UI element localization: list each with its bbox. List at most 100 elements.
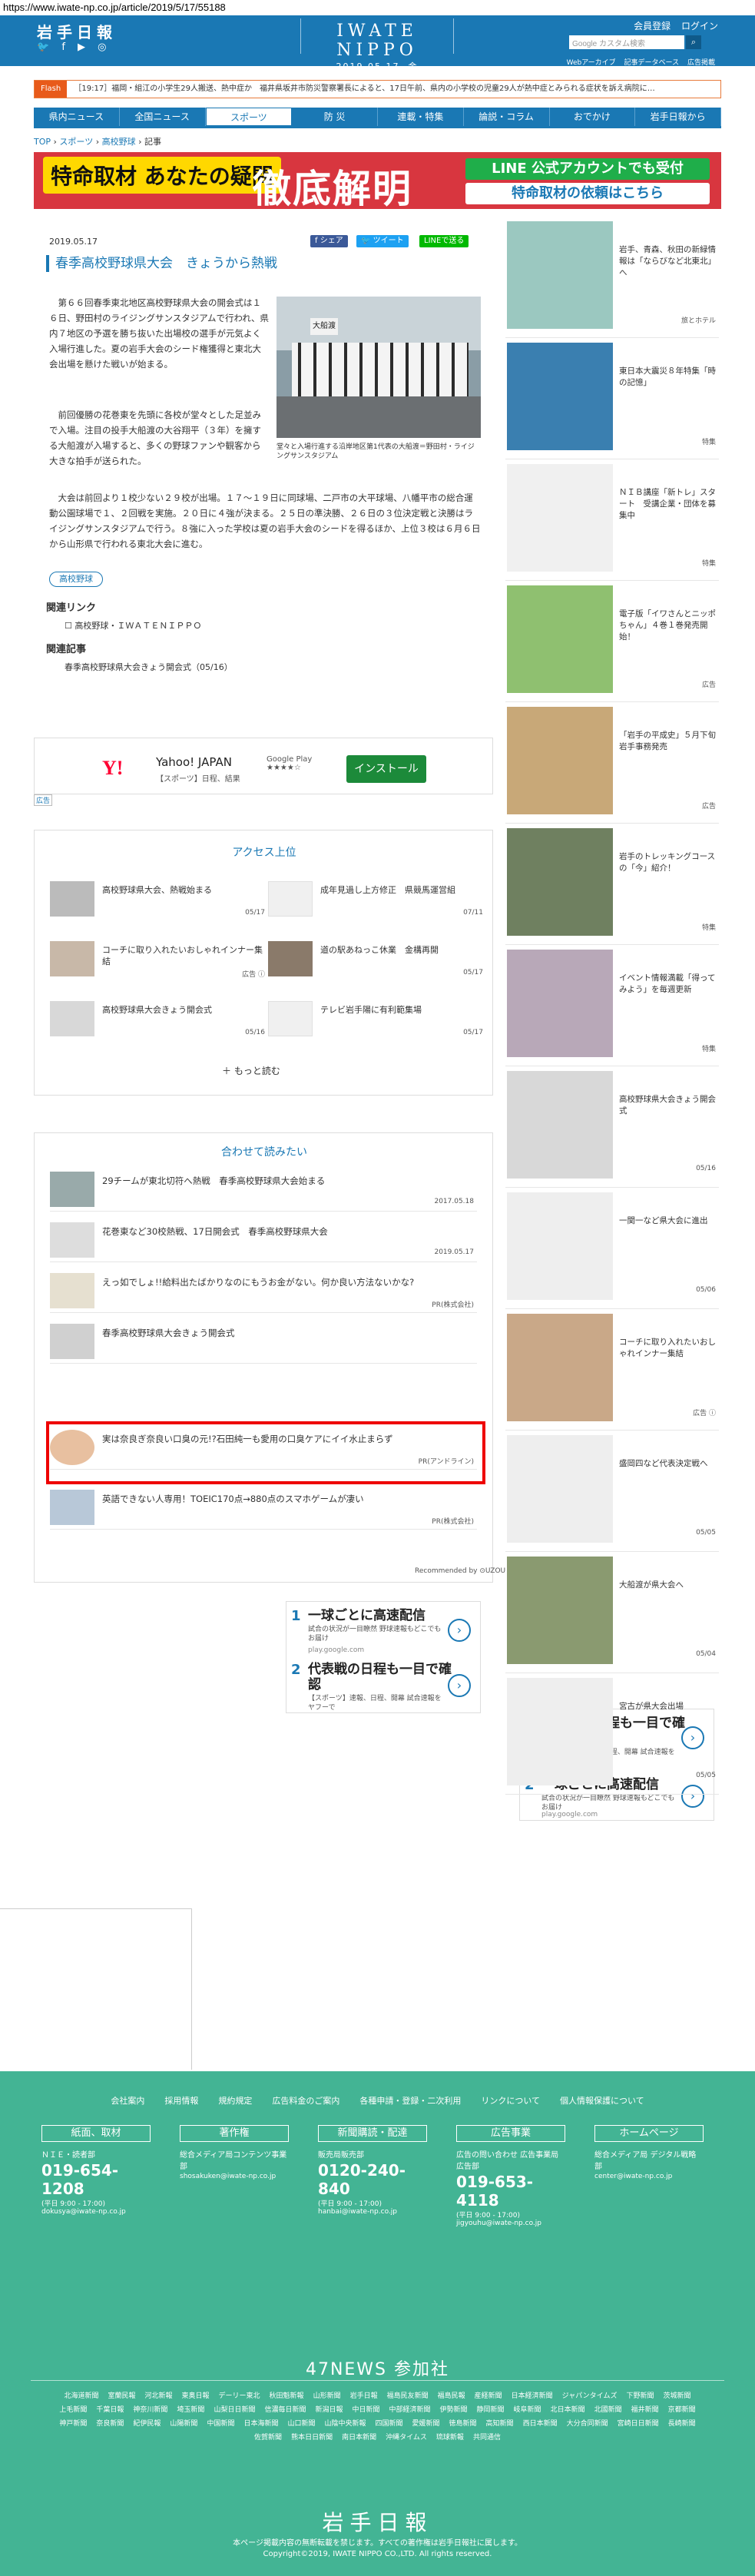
- member-link[interactable]: 伊勢新聞: [440, 2406, 468, 2414]
- member-link[interactable]: 福島民友新聞: [387, 2392, 429, 2400]
- member-link[interactable]: 宮崎日日新聞: [618, 2420, 659, 2428]
- member-link[interactable]: 奈良新聞: [96, 2420, 124, 2428]
- footer-col-mail[interactable]: hanbai@iwate-np.co.jp: [318, 2208, 427, 2216]
- share-line-button[interactable]: LINEで送る: [419, 235, 469, 247]
- member-link[interactable]: 北國新聞: [594, 2406, 622, 2414]
- search-icon[interactable]: ⌕: [686, 35, 701, 49]
- read-more-button[interactable]: ＋ もっと読む: [222, 1064, 280, 1077]
- member-link[interactable]: 長崎新聞: [668, 2420, 696, 2428]
- related-item[interactable]: 春季高校野球県大会きょう開会式: [50, 1321, 477, 1364]
- member-link[interactable]: 上毛新聞: [59, 2406, 87, 2414]
- related-item[interactable]: 花巻東など30校熱戦、17日開会式 春季高校野球県大会 2019.05.17: [50, 1219, 477, 1262]
- member-link[interactable]: 山形新聞: [313, 2392, 341, 2400]
- footer-col-mail[interactable]: dokusya@iwate-np.co.jp: [41, 2208, 151, 2216]
- member-link[interactable]: ジャパンタイムズ: [562, 2392, 618, 2400]
- sublink-database[interactable]: 記事データベース: [624, 59, 680, 67]
- member-link[interactable]: 山陽新聞: [170, 2420, 197, 2428]
- access-item[interactable]: 道の駅あねっこ休業 金構再開 05/17: [268, 941, 488, 981]
- member-link[interactable]: 琉球新報: [436, 2434, 464, 2442]
- member-link[interactable]: 静岡新聞: [477, 2406, 505, 2414]
- footer-logo[interactable]: 岩手日報: [0, 2506, 755, 2537]
- nav-columns[interactable]: 論説・コラム: [464, 108, 550, 126]
- article-photo[interactable]: 大船渡: [277, 297, 481, 438]
- sidebar-item[interactable]: 岩手のトレッキングコースの「今」紹介！ 特集: [505, 824, 719, 945]
- sidebar-item[interactable]: 大船渡が県大会へ 05/04: [505, 1552, 719, 1673]
- footer-link[interactable]: 採用情報: [164, 2096, 198, 2106]
- member-link[interactable]: 室蘭民報: [108, 2392, 135, 2400]
- sidebar-item[interactable]: 盛岡四など代表決定戦へ 05/05: [505, 1431, 719, 1552]
- access-item[interactable]: コーチに取り入れたいおしゃれインナー集結 広告 ⓘ: [50, 941, 270, 981]
- related-item[interactable]: 29チームが東北切符へ熱戦 春季高校野球県大会始まる 2017.05.18: [50, 1169, 477, 1212]
- footer-link[interactable]: リンクについて: [481, 2096, 540, 2106]
- member-link[interactable]: 北海道新聞: [64, 2392, 98, 2400]
- member-link[interactable]: 沖縄タイムス: [386, 2434, 427, 2442]
- yahoo-app-ad[interactable]: Y! Yahoo! JAPAN 【スポーツ】日程、結果 Google Play …: [34, 738, 493, 794]
- login-link[interactable]: ログイン: [681, 21, 718, 31]
- search-input[interactable]: Google カスタム検索: [569, 35, 684, 49]
- sidebar-item[interactable]: 電子版「イワさんとニッポちゃん」４巻１巻発売開始！ 広告: [505, 581, 719, 702]
- member-link[interactable]: 千葉日報: [96, 2406, 124, 2414]
- member-link[interactable]: 産経新聞: [475, 2392, 502, 2400]
- sidebar-item[interactable]: 一関一など県大会に進出 05/06: [505, 1188, 719, 1309]
- register-link[interactable]: 会員登録: [634, 21, 671, 31]
- nav-from-nippo[interactable]: 岩手日報から: [635, 108, 721, 126]
- access-item[interactable]: 高校野球県大会きょう開会式 05/16: [50, 1001, 270, 1041]
- member-link[interactable]: 山梨日日新聞: [214, 2406, 255, 2414]
- member-link[interactable]: 新潟日報: [315, 2406, 343, 2414]
- footer-link[interactable]: 広告料金のご案内: [272, 2096, 339, 2106]
- access-item[interactable]: 高校野球県大会、熱戦始まる 05/17: [50, 881, 270, 921]
- arrow-right-icon[interactable]: ›: [448, 1619, 471, 1642]
- access-item[interactable]: 成年見過し上方修正 県競馬運営組 07/11: [268, 881, 488, 921]
- related-link[interactable]: ☐ 高校野球・ＩＷＡＴＥＮＩＰＰＯ: [65, 619, 201, 632]
- member-link[interactable]: 中国新聞: [207, 2420, 234, 2428]
- member-link[interactable]: 北日本新聞: [551, 2406, 585, 2414]
- member-link[interactable]: 高知新聞: [486, 2420, 514, 2428]
- member-link[interactable]: 神奈川新聞: [133, 2406, 167, 2414]
- share-twitter-button[interactable]: 🐦 ツイート: [356, 235, 409, 247]
- related-item[interactable]: 英語できない人専用！TOEIC170点→880点のスマホゲームが凄い PR(株式会…: [50, 1487, 477, 1530]
- member-link[interactable]: 下野新聞: [626, 2392, 654, 2400]
- nav-features[interactable]: 連載・特集: [378, 108, 464, 126]
- crumb-highschool[interactable]: 高校野球: [102, 137, 136, 147]
- member-link[interactable]: 京都新聞: [668, 2406, 696, 2414]
- member-link[interactable]: 日本海新聞: [243, 2420, 278, 2428]
- flash-news-ticker[interactable]: Flash ［19:17］福岡・組江の小学生29人搬送、熱中症か 福井県坂井市防…: [34, 80, 721, 98]
- crumb-top[interactable]: TOP: [34, 137, 51, 147]
- member-link[interactable]: 福島民報: [438, 2392, 465, 2400]
- member-link[interactable]: 紀伊民報: [133, 2420, 161, 2428]
- nav-outing[interactable]: おでかけ: [550, 108, 636, 126]
- sidebar-item[interactable]: 高校野球県大会きょう開会式 05/16: [505, 1066, 719, 1188]
- member-link[interactable]: 中部経済新聞: [389, 2406, 431, 2414]
- sidebar-item[interactable]: イベント情報満載「得ってみよう」を毎週更新 特集: [505, 945, 719, 1066]
- member-link[interactable]: 秋田魁新報: [270, 2392, 304, 2400]
- sidebar-item[interactable]: 東日本大震災８年特集「時の記憶」 特集: [505, 338, 719, 459]
- member-link[interactable]: 四国新聞: [376, 2420, 403, 2428]
- member-link[interactable]: 愛媛新聞: [412, 2420, 440, 2428]
- google-ad-1[interactable]: 1 一球ごとに高速配信 試合の状況が一目瞭然 野球速報もどこでもお届け play…: [286, 1601, 481, 1713]
- footer-col-mail[interactable]: jigyouhu@iwate-np.co.jp: [456, 2220, 565, 2227]
- nav-national[interactable]: 全国ニュース: [120, 108, 206, 126]
- footer-col-tel[interactable]: 0120-240-840: [318, 2161, 427, 2198]
- member-link[interactable]: 熊本日日新聞: [291, 2434, 333, 2442]
- member-link[interactable]: 山陰中央新報: [324, 2420, 366, 2428]
- member-link[interactable]: 信濃毎日新聞: [264, 2406, 306, 2414]
- member-link[interactable]: 佐賀新聞: [254, 2434, 282, 2442]
- sublink-ads[interactable]: 広告掲載: [687, 59, 715, 67]
- member-link[interactable]: 山口新聞: [287, 2420, 315, 2428]
- footer-link[interactable]: 規約規定: [218, 2096, 252, 2106]
- masthead[interactable]: IWATE NIPPO 2019.05.17. 金: [300, 18, 454, 71]
- footer-col-tel[interactable]: 019-653-4118: [456, 2173, 565, 2210]
- url-bar[interactable]: https://www.iwate-np.co.jp/article/2019/…: [0, 0, 755, 15]
- install-button[interactable]: インストール: [346, 755, 426, 783]
- sublink-archive[interactable]: Webアーカイブ: [567, 59, 616, 67]
- ad-label[interactable]: 広告: [34, 794, 53, 806]
- related-item[interactable]: えっ如でしょ!!給料出たばかりなのにもうお金がない。何か良い方法ないかな? PR(…: [50, 1270, 477, 1313]
- footer-col-tel[interactable]: 019-654-1208: [41, 2161, 151, 2198]
- footer-col-mail[interactable]: center@iwate-np.co.jp: [594, 2173, 704, 2180]
- tag-highschool-baseball[interactable]: 高校野球: [49, 572, 103, 587]
- banner-request-button[interactable]: 特命取材の依頼はこちら: [465, 183, 710, 204]
- site-logo-small[interactable]: 岩手日報: [37, 20, 117, 42]
- member-link[interactable]: デーリー東北: [219, 2392, 260, 2400]
- member-link[interactable]: 茨城新聞: [664, 2392, 691, 2400]
- share-facebook-button[interactable]: f シェア: [310, 235, 348, 247]
